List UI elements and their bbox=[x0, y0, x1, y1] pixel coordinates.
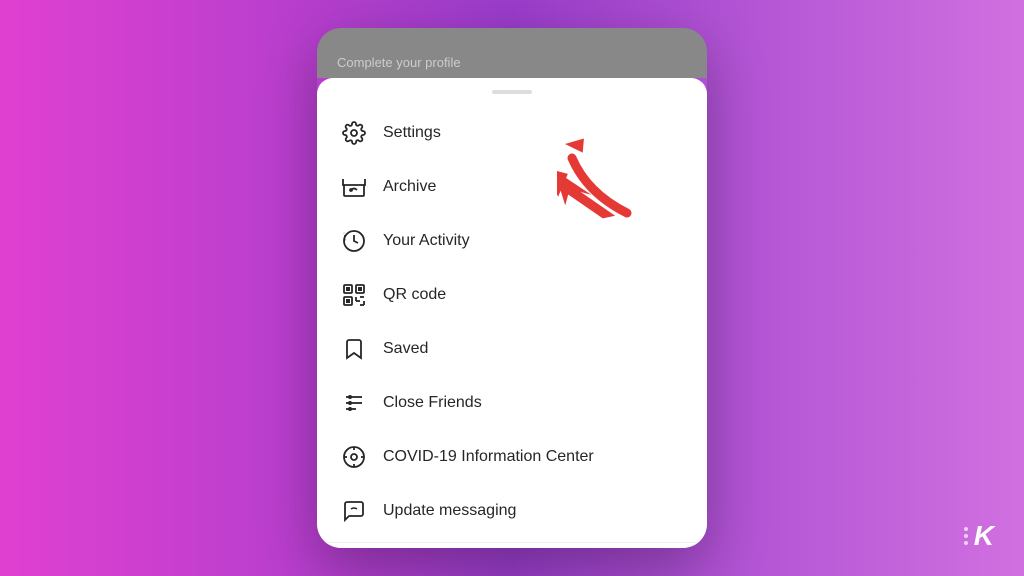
archive-icon bbox=[341, 174, 367, 200]
menu-item-update-messaging[interactable]: Update messaging bbox=[317, 484, 707, 538]
close-friends-icon bbox=[341, 390, 367, 416]
menu-list: Settings Archive bbox=[317, 102, 707, 542]
top-bar-text: Complete your profile bbox=[337, 55, 461, 70]
menu-item-saved[interactable]: Saved bbox=[317, 322, 707, 376]
menu-item-covid[interactable]: COVID-19 Information Center bbox=[317, 430, 707, 484]
saved-icon bbox=[341, 336, 367, 362]
saved-label: Saved bbox=[383, 340, 428, 358]
phone-top-bar: Complete your profile bbox=[317, 28, 707, 78]
archive-label: Archive bbox=[383, 178, 436, 196]
covid-icon bbox=[341, 444, 367, 470]
menu-item-close-friends[interactable]: Close Friends bbox=[317, 376, 707, 430]
menu-item-settings[interactable]: Settings bbox=[317, 106, 707, 160]
activity-icon bbox=[341, 228, 367, 254]
dot-3 bbox=[964, 541, 968, 545]
menu-item-archive[interactable]: Archive bbox=[317, 160, 707, 214]
drag-handle[interactable] bbox=[492, 90, 532, 94]
bottom-nav: ||| ○ < bbox=[317, 542, 707, 548]
update-messaging-label: Update messaging bbox=[383, 502, 516, 520]
close-friends-label: Close Friends bbox=[383, 394, 482, 412]
phone-container: Complete your profile Settings bbox=[317, 28, 707, 548]
settings-icon bbox=[341, 120, 367, 146]
covid-label: COVID-19 Information Center bbox=[383, 448, 594, 466]
watermark-letter: K bbox=[974, 520, 994, 552]
qr-code-label: QR code bbox=[383, 286, 446, 304]
bottom-sheet: Settings Archive bbox=[317, 78, 707, 548]
settings-label: Settings bbox=[383, 124, 441, 142]
watermark: K bbox=[964, 520, 994, 552]
qr-icon bbox=[341, 282, 367, 308]
watermark-dots bbox=[964, 527, 968, 545]
your-activity-label: Your Activity bbox=[383, 232, 470, 250]
menu-item-qr-code[interactable]: QR code bbox=[317, 268, 707, 322]
menu-item-your-activity[interactable]: Your Activity bbox=[317, 214, 707, 268]
messaging-icon bbox=[341, 498, 367, 524]
dot-1 bbox=[964, 527, 968, 531]
dot-2 bbox=[964, 534, 968, 538]
